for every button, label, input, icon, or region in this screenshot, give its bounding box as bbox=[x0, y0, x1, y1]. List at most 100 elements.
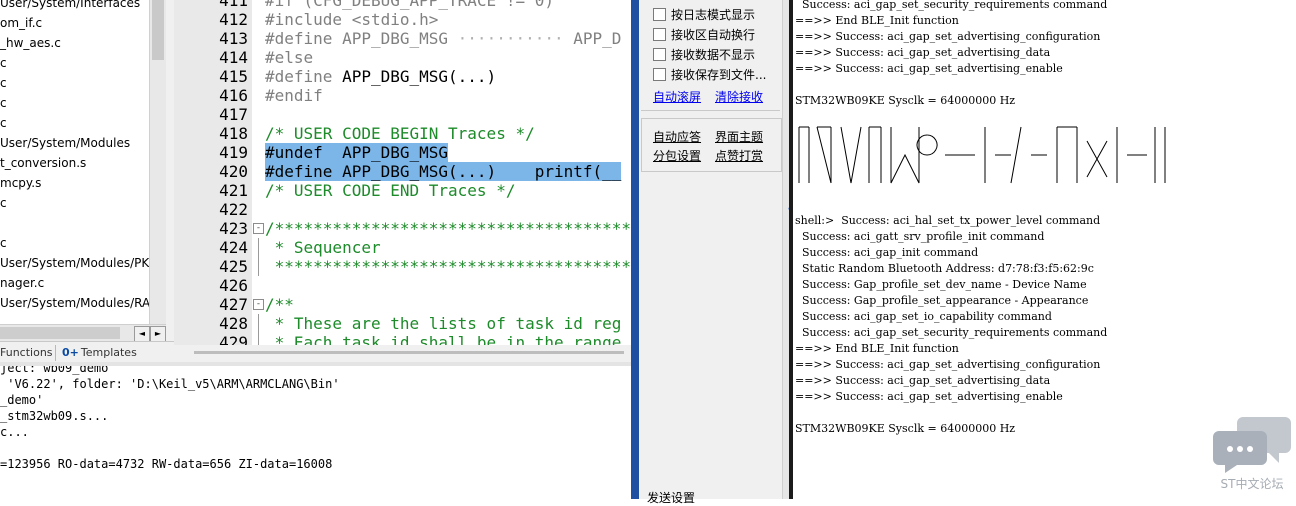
code-text: #define APP_DBG_MSG ··········· APP_D bbox=[265, 29, 621, 48]
code-token: APP_D bbox=[573, 29, 622, 48]
code-token: APP_DBG_MSG bbox=[342, 29, 449, 48]
code-line[interactable]: 429 * Each task id shall be in the range bbox=[174, 333, 631, 345]
tree-item[interactable]: c bbox=[0, 113, 150, 133]
terminal-line: ==>> Success: aci_gap_set_advertising_da… bbox=[795, 46, 1051, 59]
editor-horizontal-scrollbar[interactable] bbox=[174, 345, 631, 362]
code-text: #endif bbox=[265, 86, 323, 105]
line-number: 424 bbox=[219, 238, 248, 257]
tree-item[interactable]: nager.c bbox=[0, 273, 150, 293]
project-tree-list: User/System/Interfaces om_if.c _hw_aes.c c c… bbox=[0, 0, 150, 333]
checkbox-hide-data[interactable]: 接收数据不显示 bbox=[653, 46, 755, 63]
checkbox-icon[interactable] bbox=[653, 8, 666, 21]
output-line: _demo' bbox=[0, 393, 44, 407]
code-text: /************************************** bbox=[265, 219, 631, 238]
fold-guide bbox=[258, 238, 259, 257]
tree-item[interactable] bbox=[0, 213, 150, 233]
tree-item[interactable]: om_if.c bbox=[0, 13, 150, 33]
tab-templates[interactable]: 0+ Templates bbox=[62, 346, 137, 359]
code-line[interactable]: 428 * These are the lists of task id reg bbox=[174, 314, 631, 333]
code-text: #undef APP_DBG_MSG bbox=[265, 143, 449, 162]
clear-receive-link[interactable]: 清除接收 bbox=[715, 88, 763, 105]
ui-theme-button[interactable]: 界面主题 bbox=[715, 128, 763, 145]
tree-item[interactable]: c bbox=[0, 73, 150, 93]
tree-horizontal-scroll-thumb[interactable] bbox=[0, 327, 120, 339]
watermark-text: ST中文论坛 bbox=[1220, 477, 1284, 491]
click-reward-button[interactable]: 点赞打赏 bbox=[715, 147, 763, 164]
code-text: ************************************** bbox=[265, 257, 631, 276]
tree-item[interactable]: User/System/Modules bbox=[0, 133, 150, 153]
line-number: 426 bbox=[219, 276, 248, 295]
tab-divider bbox=[55, 345, 56, 361]
code-line[interactable]: 412 #include <stdio.h> bbox=[174, 10, 631, 29]
auto-reply-button[interactable]: 自动应答 bbox=[653, 128, 701, 145]
code-line[interactable]: 417 bbox=[174, 105, 631, 124]
tree-item[interactable]: c bbox=[0, 53, 150, 73]
tree-item[interactable]: mcpy.s bbox=[0, 173, 150, 193]
code-token: ··········· bbox=[448, 29, 574, 48]
tree-item[interactable]: c bbox=[0, 193, 150, 213]
checkbox-log-mode[interactable]: 按日志模式显示 bbox=[653, 6, 755, 23]
code-editor[interactable]: 411 #if (CFG_DEBUG_APP_TRACE != 0) 412 #inc… bbox=[174, 0, 631, 345]
code-line[interactable]: 418 /* USER CODE BEGIN Traces */ bbox=[174, 124, 631, 143]
checkbox-icon[interactable] bbox=[653, 28, 666, 41]
code-line[interactable]: 420 #define APP_DBG_MSG(...) printf(__ bbox=[174, 162, 631, 181]
code-line[interactable]: 426 bbox=[174, 276, 631, 295]
code-text: #define APP_DBG_MSG(...) printf(__ bbox=[265, 162, 622, 181]
checkbox-save-to-file-label: 接收保存到文件... bbox=[671, 68, 767, 82]
fold-toggle-icon[interactable]: - bbox=[253, 299, 264, 310]
tree-item[interactable]: _hw_aes.c bbox=[0, 33, 150, 53]
code-line[interactable]: 427-/** bbox=[174, 295, 631, 314]
code-line[interactable]: 425 ************************************… bbox=[174, 257, 631, 276]
editor-horizontal-scroll-thumb[interactable] bbox=[194, 351, 624, 354]
code-line[interactable]: 411 #if (CFG_DEBUG_APP_TRACE != 0) bbox=[174, 0, 631, 10]
scroll-right-arrow-icon[interactable]: ► bbox=[150, 326, 166, 341]
checkbox-auto-wrap[interactable]: 接收区自动换行 bbox=[653, 26, 755, 43]
tree-item[interactable]: User/System/Modules/RAD bbox=[0, 293, 150, 313]
code-line[interactable]: 416 #endif bbox=[174, 86, 631, 105]
tree-item[interactable]: t_conversion.s bbox=[0, 153, 150, 173]
fold-toggle-icon[interactable]: - bbox=[253, 223, 264, 234]
splitter[interactable] bbox=[166, 0, 174, 362]
line-number: 422 bbox=[219, 200, 248, 219]
code-line[interactable]: 414 #else bbox=[174, 48, 631, 67]
scroll-left-arrow-icon[interactable]: ◄ bbox=[134, 326, 150, 341]
code-token: #define bbox=[265, 29, 343, 48]
packet-settings-button[interactable]: 分包设置 bbox=[653, 147, 701, 164]
checkbox-hide-data-label: 接收数据不显示 bbox=[671, 48, 756, 62]
build-output-lines: ject: wb09_demo 'V6.22', folder: 'D:\Kei… bbox=[0, 362, 340, 472]
line-number: 418 bbox=[219, 124, 248, 143]
output-line: ject: wb09_demo bbox=[0, 362, 109, 375]
auto-scroll-link[interactable]: 自动滚屏 bbox=[653, 88, 701, 105]
code-token: /************************************** bbox=[265, 219, 631, 238]
tree-item[interactable]: c bbox=[0, 233, 150, 253]
checkbox-icon[interactable] bbox=[653, 68, 666, 81]
tree-horizontal-scrollbar[interactable]: ◄ ► bbox=[0, 324, 166, 341]
project-tree[interactable]: User/System/Interfaces om_if.c _hw_aes.c c c… bbox=[0, 0, 166, 341]
tree-item[interactable]: c bbox=[0, 93, 150, 113]
fold-guide bbox=[258, 333, 259, 345]
code-line[interactable]: 423-/***********************************… bbox=[174, 219, 631, 238]
checkbox-icon[interactable] bbox=[653, 48, 666, 61]
code-line[interactable]: 422 bbox=[174, 200, 631, 219]
line-number: 419 bbox=[219, 143, 248, 162]
collapse-panel-icon[interactable]: 《 bbox=[782, 200, 794, 217]
code-token: <stdio.h> bbox=[351, 10, 439, 29]
code-line[interactable]: 419 #undef APP_DBG_MSG bbox=[174, 143, 631, 162]
code-line[interactable]: 421 /* USER CODE END Traces */ bbox=[174, 181, 631, 200]
tree-vertical-scrollbar[interactable] bbox=[149, 0, 166, 324]
line-number: 415 bbox=[219, 67, 248, 86]
tree-vertical-scroll-thumb[interactable] bbox=[152, 0, 164, 60]
terminal-line: STM32WB09KE Sysclk = 64000000 Hz bbox=[795, 94, 1016, 107]
code-text: /* USER CODE BEGIN Traces */ bbox=[265, 124, 535, 143]
code-line[interactable]: 413 #define APP_DBG_MSG ··········· APP_D bbox=[174, 29, 631, 48]
tree-item[interactable]: User/System/Interfaces bbox=[0, 0, 150, 13]
code-line[interactable]: 415 #define APP_DBG_MSG(...) bbox=[174, 67, 631, 86]
code-line[interactable]: 424 * Sequencer bbox=[174, 238, 631, 257]
serial-settings-panel: 按日志模式显示 接收区自动换行 接收数据不显示 接收保存到文件... 自动滚屏 … bbox=[639, 0, 794, 505]
tab-functions[interactable]: Functions bbox=[0, 346, 53, 359]
checkbox-save-to-file[interactable]: 接收保存到文件... bbox=[653, 66, 766, 83]
code-text: /* USER CODE END Traces */ bbox=[265, 181, 515, 200]
tree-item[interactable]: User/System/Modules/PKA bbox=[0, 253, 150, 273]
